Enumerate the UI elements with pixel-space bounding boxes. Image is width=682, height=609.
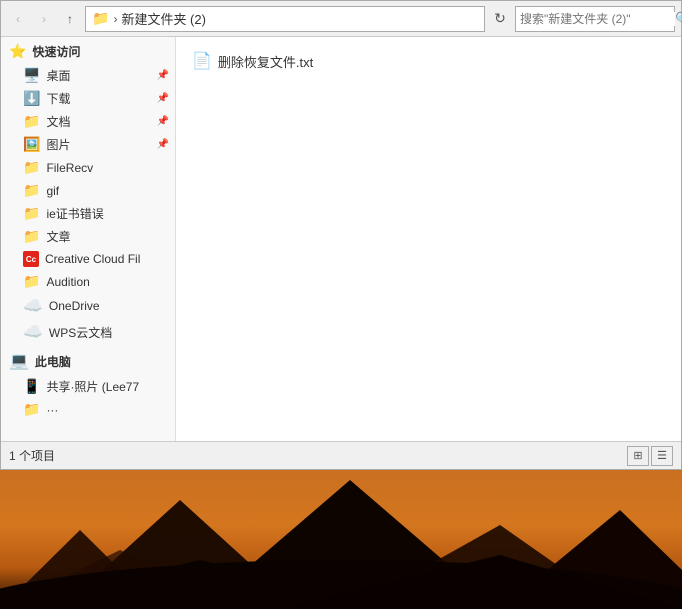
search-bar[interactable]: 🔍	[515, 6, 675, 32]
wps-label: WPS云文档	[49, 324, 167, 341]
phone-icon: 📱	[23, 378, 40, 395]
txt-file-icon: 📄	[192, 51, 212, 71]
more-label: ···	[46, 403, 167, 417]
sidebar-this-pc-header[interactable]: 💻 此电脑	[1, 347, 175, 375]
address-bar[interactable]: 📁 › 新建文件夹 (2)	[85, 6, 485, 32]
sidebar-item-gif[interactable]: 📁 gif	[1, 179, 175, 202]
creative-cloud-label: Creative Cloud Fil	[45, 252, 167, 266]
pin-icon-dl: 📌	[157, 93, 169, 104]
documents-label: 文档	[46, 113, 167, 130]
filerecv-label: FileRecv	[46, 161, 167, 175]
pin-icon: 📌	[157, 70, 169, 81]
wps-icon: ☁️	[23, 322, 43, 342]
download-icon: ⬇️	[23, 90, 40, 107]
main-area: ⭐ 快速访问 🖥️ 桌面 📌 ⬇️ 下载 📌 📁 文档 📌 🖼️	[1, 37, 681, 441]
sidebar-item-share-photos[interactable]: 📱 共享·照片 (Lee77	[1, 375, 175, 398]
mountains-svg	[0, 470, 682, 609]
desktop-label: 桌面	[46, 67, 167, 84]
sidebar-item-audition[interactable]: 📁 Audition	[1, 270, 175, 293]
sidebar-item-pictures[interactable]: 🖼️ 图片 📌	[1, 133, 175, 156]
file-explorer-window: ‹ › ↑ 📁 › 新建文件夹 (2) ↻ 🔍 ⭐ 快速访问 🖥️ 桌面	[0, 0, 682, 470]
back-button[interactable]: ‹	[7, 8, 29, 30]
search-input[interactable]	[520, 12, 675, 26]
forward-button[interactable]: ›	[33, 8, 55, 30]
sidebar-item-wps[interactable]: ☁️ WPS云文档	[1, 319, 175, 345]
audition-label: Audition	[46, 275, 167, 289]
documents-icon: 📁	[23, 113, 40, 130]
refresh-button[interactable]: ↻	[489, 8, 511, 30]
sidebar-item-desktop[interactable]: 🖥️ 桌面 📌	[1, 64, 175, 87]
sidebar-item-creative-cloud[interactable]: Cc Creative Cloud Fil	[1, 248, 175, 270]
up-button[interactable]: ↑	[59, 8, 81, 30]
sidebar-quick-access-header[interactable]: ⭐ 快速访问	[1, 39, 175, 64]
pc-icon: 💻	[9, 351, 29, 371]
audition-folder-icon: 📁	[23, 273, 40, 290]
pin-icon-pic: 📌	[157, 139, 169, 150]
share-photos-label: 共享·照片 (Lee77	[46, 378, 167, 395]
content-area: 📄 删除恢复文件.txt	[176, 37, 681, 441]
folder-icon: 📁	[92, 10, 109, 27]
gif-folder-icon: 📁	[23, 182, 40, 199]
sidebar-item-ie-cert[interactable]: 📁 ie证书错误	[1, 202, 175, 225]
onedrive-icon: ☁️	[23, 296, 43, 316]
landscape-background	[0, 470, 682, 609]
filerecv-folder-icon: 📁	[23, 159, 40, 176]
pin-icon-doc: 📌	[157, 116, 169, 127]
quick-access-label: 快速访问	[32, 43, 80, 60]
ie-cert-folder-icon: 📁	[23, 205, 40, 222]
desktop-icon: 🖥️	[23, 67, 40, 84]
onedrive-label: OneDrive	[49, 299, 167, 313]
view-buttons: ⊞ ☰	[627, 446, 673, 466]
tile-view-button[interactable]: ⊞	[627, 446, 649, 466]
search-button[interactable]: 🔍	[675, 9, 682, 29]
article-folder-icon: 📁	[23, 228, 40, 245]
address-path: 新建文件夹 (2)	[121, 9, 206, 28]
gif-label: gif	[46, 184, 167, 198]
sidebar-item-documents[interactable]: 📁 文档 📌	[1, 110, 175, 133]
sidebar-item-downloads[interactable]: ⬇️ 下载 📌	[1, 87, 175, 110]
sidebar: ⭐ 快速访问 🖥️ 桌面 📌 ⬇️ 下载 📌 📁 文档 📌 🖼️	[1, 37, 176, 441]
pictures-label: 图片	[46, 136, 167, 153]
creative-cloud-icon: Cc	[23, 251, 39, 267]
downloads-label: 下载	[46, 90, 167, 107]
ie-cert-label: ie证书错误	[46, 205, 167, 222]
sidebar-item-article[interactable]: 📁 文章	[1, 225, 175, 248]
article-label: 文章	[46, 228, 167, 245]
file-item-txt[interactable]: 📄 删除恢复文件.txt	[186, 47, 671, 75]
status-text: 1 个项目	[9, 447, 55, 464]
more-icon: 📁	[23, 401, 40, 418]
pictures-icon: 🖼️	[23, 136, 40, 153]
this-pc-label: 此电脑	[35, 353, 71, 370]
statusbar: 1 个项目 ⊞ ☰	[1, 441, 681, 469]
toolbar: ‹ › ↑ 📁 › 新建文件夹 (2) ↻ 🔍	[1, 1, 681, 37]
list-view-button[interactable]: ☰	[651, 446, 673, 466]
sidebar-item-filerecv[interactable]: 📁 FileRecv	[1, 156, 175, 179]
sidebar-item-more[interactable]: 📁 ···	[1, 398, 175, 421]
quick-access-star-icon: ⭐	[9, 43, 26, 60]
file-name-label: 删除恢复文件.txt	[218, 52, 313, 71]
address-separator: ›	[113, 12, 117, 26]
sidebar-item-onedrive[interactable]: ☁️ OneDrive	[1, 293, 175, 319]
